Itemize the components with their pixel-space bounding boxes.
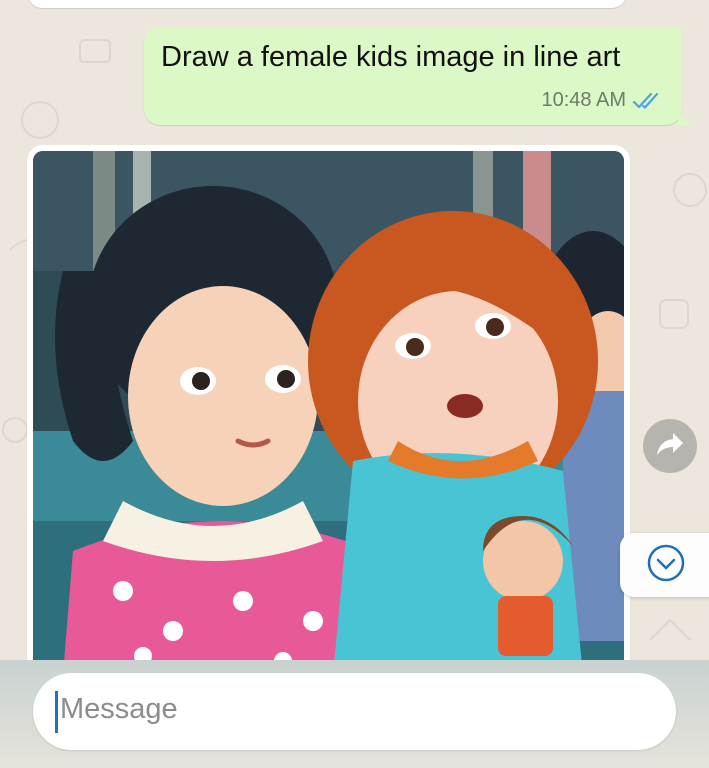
outgoing-message-bubble[interactable]: Draw a female kids image in line art 10:…: [144, 27, 692, 125]
text-caret: [55, 691, 58, 733]
generated-line-art-image[interactable]: [33, 151, 624, 675]
forward-button[interactable]: [643, 419, 697, 473]
chevron-down-circle-icon: [646, 543, 686, 588]
previous-message-bubble[interactable]: [28, 0, 626, 8]
incoming-image-bubble[interactable]: [27, 145, 630, 675]
message-text: Draw a female kids image in line art: [161, 41, 621, 73]
message-placeholder: Message: [60, 693, 178, 725]
forward-arrow-icon: [655, 431, 685, 462]
message-time: 10:48 AM: [541, 89, 626, 111]
double-check-icon: [632, 92, 662, 110]
bubble-tail: [678, 113, 692, 125]
scroll-to-bottom-button[interactable]: [620, 533, 709, 597]
message-meta: 10:48 AM: [541, 89, 662, 112]
